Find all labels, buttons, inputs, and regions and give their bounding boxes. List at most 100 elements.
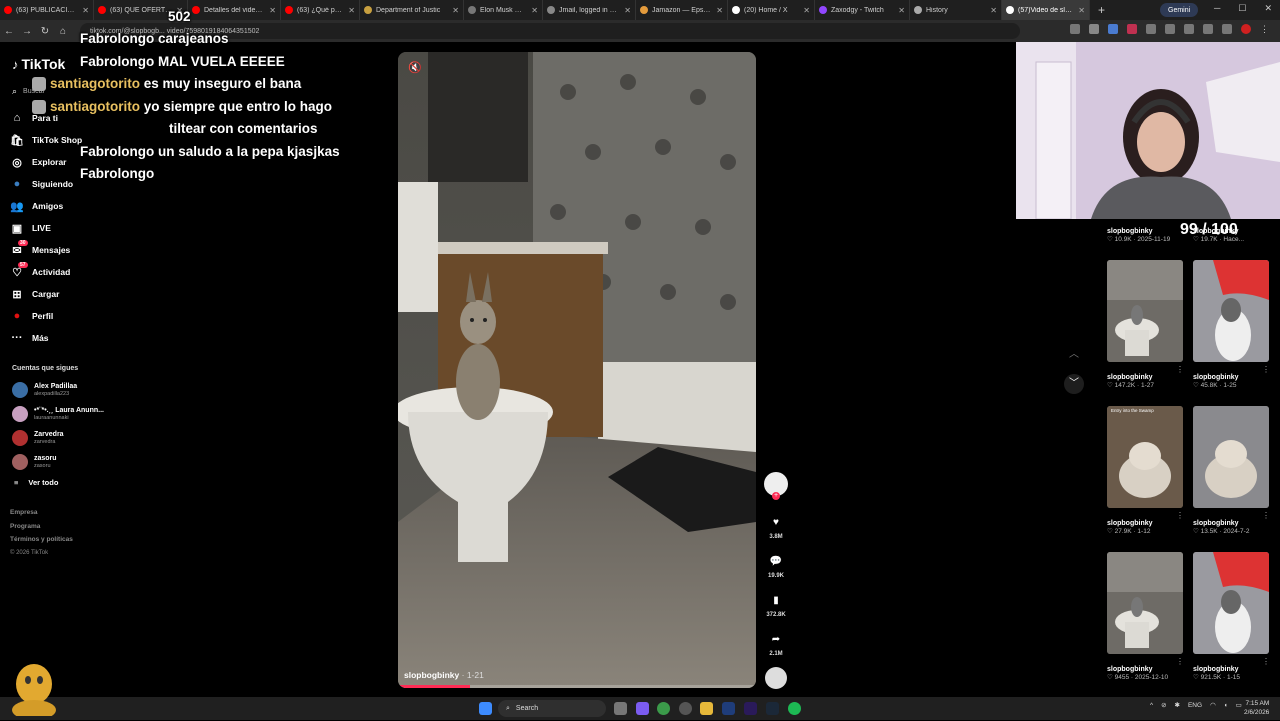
- video-thumbnail[interactable]: Entry into the Swamp: [1107, 406, 1183, 508]
- footer-link[interactable]: Programa: [10, 523, 40, 530]
- wifi-icon[interactable]: ◠: [1210, 701, 1216, 709]
- video-meta[interactable]: slopbogbinky ♡ 921.5K · 1-15: [1193, 666, 1240, 681]
- video-meta[interactable]: slopbogbinky ♡ 147.2K · 1-27: [1107, 374, 1154, 389]
- browser-tab[interactable]: (57)Video de slopbo ✕: [1002, 0, 1090, 20]
- more-options-icon[interactable]: ⋮: [1262, 365, 1270, 374]
- puzzle-icon[interactable]: [1146, 24, 1156, 34]
- sidebar-item-friends[interactable]: 👥 Amigos: [10, 197, 63, 215]
- network-off-icon[interactable]: ⊘: [1161, 701, 1166, 709]
- more-options-icon[interactable]: ⋮: [1262, 511, 1270, 520]
- video-thumbnail[interactable]: [1193, 260, 1269, 362]
- battery-icon[interactable]: ▭: [1236, 701, 1242, 709]
- extension-icon[interactable]: [1203, 24, 1213, 34]
- sidebar-item-profile[interactable]: ● Perfil: [10, 307, 54, 325]
- cast-icon[interactable]: [1070, 24, 1080, 34]
- minimize-icon[interactable]: ─: [1214, 3, 1220, 14]
- footer-link[interactable]: Términos y políticas: [10, 536, 73, 543]
- video-thumbnail[interactable]: [1193, 406, 1269, 508]
- mute-icon[interactable]: 🔇: [408, 61, 422, 74]
- video-meta[interactable]: slopbogbinky ♡ 27.9K · 1-12: [1107, 520, 1153, 535]
- task-view-icon[interactable]: [614, 702, 627, 715]
- comment-button[interactable]: 💬 19.9K: [762, 552, 790, 580]
- author-avatar-button[interactable]: +: [762, 472, 790, 500]
- copilot-icon[interactable]: [636, 702, 649, 715]
- gemini-button[interactable]: Gemini: [1160, 3, 1199, 17]
- video-thumbnail[interactable]: [1193, 552, 1269, 654]
- share-button[interactable]: ➦ 2.1M: [762, 630, 790, 658]
- back-icon[interactable]: ←: [0, 26, 18, 37]
- volume-icon[interactable]: ◖: [1224, 702, 1228, 709]
- sound-button[interactable]: [762, 667, 790, 689]
- extension-icon[interactable]: [1222, 24, 1232, 34]
- following-account[interactable]: •*¨*•.¸¸ Laura Anunn... lauraanunnaki: [12, 404, 104, 424]
- video-meta[interactable]: slopbogbinky ♡ 19.7K · Hace...: [1193, 228, 1244, 243]
- premiere-icon[interactable]: [744, 702, 757, 715]
- video-progress-bar[interactable]: [398, 685, 756, 688]
- sidebar-item-upload[interactable]: ⊞ Cargar: [10, 285, 59, 303]
- save-button[interactable]: ▮ 372.8K: [762, 591, 790, 619]
- history-icon[interactable]: [1165, 24, 1175, 34]
- tab-close-icon[interactable]: ✕: [990, 6, 997, 15]
- forward-icon[interactable]: →: [18, 26, 36, 37]
- reload-icon[interactable]: ↻: [36, 26, 54, 37]
- bookmark-star-icon[interactable]: [1089, 24, 1099, 34]
- new-tab-icon[interactable]: +: [1098, 3, 1105, 17]
- browser-tab[interactable]: Elon Musk — Epstein ✕: [464, 0, 543, 20]
- tab-close-icon[interactable]: ✕: [452, 6, 459, 15]
- tab-close-icon[interactable]: ✕: [1078, 6, 1085, 15]
- follow-plus-icon[interactable]: +: [772, 492, 780, 500]
- app-icon[interactable]: [679, 702, 692, 715]
- browser-tab[interactable]: History ✕: [910, 0, 1002, 20]
- following-account[interactable]: Zarvedra zarvedra: [12, 428, 64, 448]
- following-account[interactable]: zasoru zasoru: [12, 452, 57, 472]
- browser-tab[interactable]: Jmail, logged in as je ✕: [543, 0, 636, 20]
- maximize-icon[interactable]: ☐: [1238, 3, 1246, 14]
- video-player[interactable]: 🔇 slopbogbinky · 1-21: [398, 52, 756, 688]
- like-button[interactable]: ♥ 3.8M: [762, 513, 790, 541]
- more-options-icon[interactable]: ⋮: [1262, 657, 1270, 666]
- extension-icon[interactable]: [1108, 24, 1118, 34]
- video-thumbnail[interactable]: [1107, 260, 1183, 362]
- video-thumbnail[interactable]: [1107, 552, 1183, 654]
- sidebar-item-more[interactable]: ··· Más: [10, 329, 49, 347]
- photoshop-icon[interactable]: [722, 702, 735, 715]
- taskbar-search[interactable]: ⌕ Search: [498, 700, 606, 717]
- bluetooth-icon[interactable]: ✱: [1175, 701, 1180, 709]
- video-author-line[interactable]: slopbogbinky · 1-21: [404, 670, 484, 680]
- browser-tab[interactable]: Zaxodgy - Twitch ✕: [815, 0, 910, 20]
- chrome-icon[interactable]: [657, 702, 670, 715]
- tray-chevron-icon[interactable]: ^: [1150, 702, 1153, 709]
- footer-link[interactable]: Empresa: [10, 509, 37, 516]
- following-account[interactable]: Alex Padillaa alexpadilla223: [12, 380, 77, 400]
- tab-close-icon[interactable]: ✕: [531, 6, 538, 15]
- video-meta[interactable]: slopbogbinky ♡ 13.5K · 2024-7-2: [1193, 520, 1249, 535]
- menu-icon[interactable]: ⋮: [1260, 24, 1270, 34]
- spotify-icon[interactable]: [788, 702, 801, 715]
- tab-close-icon[interactable]: ✕: [624, 6, 631, 15]
- extension-icon[interactable]: [1184, 24, 1194, 34]
- tab-close-icon[interactable]: ✕: [898, 6, 905, 15]
- video-meta[interactable]: slopbogbinky ♡ 45.8K · 1-25: [1193, 374, 1239, 389]
- sidebar-item-messages[interactable]: ✉ 30 Mensajes: [10, 240, 70, 259]
- language-indicator[interactable]: ENG: [1188, 702, 1202, 709]
- chevron-up-icon[interactable]: ︿: [1064, 345, 1084, 360]
- more-options-icon[interactable]: ⋮: [1176, 511, 1184, 520]
- sidebar-item-live[interactable]: ▣ LIVE: [10, 219, 51, 237]
- more-options-icon[interactable]: ⋮: [1176, 657, 1184, 666]
- windows-start-icon[interactable]: [479, 702, 492, 715]
- tab-close-icon[interactable]: ✕: [803, 6, 810, 15]
- video-meta[interactable]: slopbogbinky ♡ 10.9K · 2025-11-19: [1107, 228, 1170, 243]
- more-options-icon[interactable]: ⋮: [1176, 365, 1184, 374]
- see-all-button[interactable]: ≡ Ver todo: [14, 478, 58, 487]
- sidebar-item-activity[interactable]: ♡ 57 Actividad: [10, 262, 70, 281]
- steam-icon[interactable]: [766, 702, 779, 715]
- browser-tab[interactable]: Jamazon — Epstein A ✕: [636, 0, 728, 20]
- chevron-down-button[interactable]: ﹀: [1064, 374, 1084, 394]
- extension-icon[interactable]: [1127, 24, 1137, 34]
- clock[interactable]: 7:15 AM 2/6/2026: [1244, 699, 1269, 717]
- close-window-icon[interactable]: ✕: [1264, 3, 1272, 14]
- browser-tab[interactable]: (20) Home / X ✕: [728, 0, 815, 20]
- file-explorer-icon[interactable]: [700, 702, 713, 715]
- profile-avatar-icon[interactable]: [1241, 24, 1251, 34]
- tab-close-icon[interactable]: ✕: [716, 6, 723, 15]
